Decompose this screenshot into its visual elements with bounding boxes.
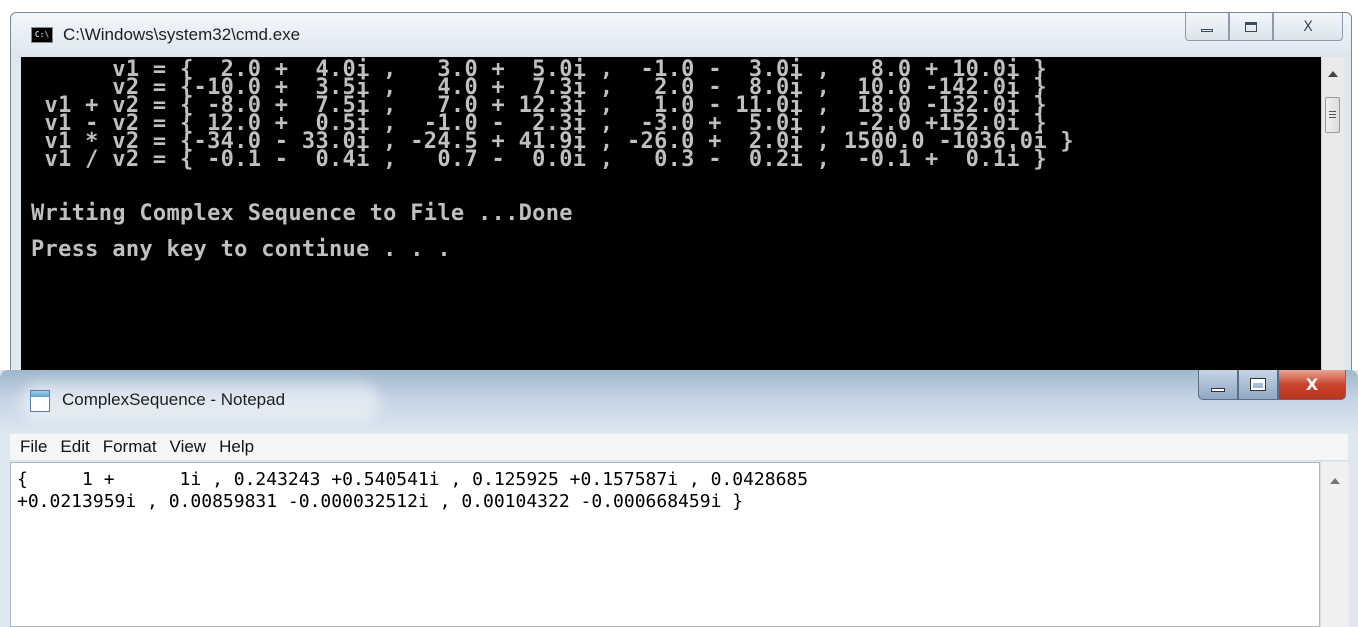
cmd-maximize-button[interactable] — [1229, 13, 1273, 41]
maximize-icon — [1245, 21, 1257, 32]
grip-line — [1329, 111, 1336, 112]
menu-help[interactable]: Help — [219, 437, 254, 457]
close-icon: X — [1303, 18, 1313, 35]
notepad-menubar: File Edit Format View Help — [10, 434, 1348, 461]
menu-format[interactable]: Format — [103, 437, 157, 457]
console-text: v1 = { 2.0 + 4.0i , 3.0 + 5.0i , -1.0 - … — [31, 57, 1074, 262]
cmd-window-title: C:\Windows\system32\cmd.exe — [63, 25, 301, 44]
notepad-minimize-button[interactable] — [1198, 370, 1238, 400]
menu-file[interactable]: File — [20, 437, 47, 457]
notepad-scrollbar[interactable] — [1320, 462, 1349, 627]
minimize-icon — [1201, 29, 1213, 32]
close-icon: X — [1305, 375, 1319, 394]
notepad-icon[interactable] — [30, 390, 50, 412]
cmd-window: C:\ C:\Windows\system32\cmd.exe X v1 = {… — [10, 12, 1352, 392]
minimize-icon — [1211, 387, 1225, 392]
menu-view[interactable]: View — [170, 437, 207, 457]
notepad-text-area[interactable]: { 1 + 1i , 0.243243 +0.540541i , 0.12592… — [10, 462, 1320, 627]
cmd-close-button[interactable]: X — [1273, 13, 1343, 41]
notepad-window-title: ComplexSequence - Notepad — [62, 390, 286, 409]
grip-line — [1329, 117, 1336, 118]
notepad-caption-buttons: X — [1198, 370, 1346, 402]
notepad-titlebar[interactable]: ComplexSequence - Notepad X — [0, 370, 1358, 432]
notepad-maximize-button[interactable] — [1238, 370, 1278, 400]
notepad-window: ComplexSequence - Notepad X File Edit Fo… — [0, 370, 1358, 627]
scroll-up-arrow-icon[interactable] — [1330, 478, 1340, 484]
notepad-close-button[interactable]: X — [1278, 370, 1346, 400]
notepad-content[interactable]: { 1 + 1i , 0.243243 +0.540541i , 0.12592… — [11, 463, 1319, 513]
cmd-caption-buttons: X — [1185, 13, 1343, 43]
grip-line — [1329, 114, 1336, 115]
scroll-up-arrow-icon[interactable] — [1328, 71, 1338, 77]
cmd-minimize-button[interactable] — [1185, 13, 1229, 41]
cmd-scrollbar[interactable] — [1321, 57, 1344, 383]
cmd-titlebar[interactable]: C:\ C:\Windows\system32\cmd.exe X — [11, 13, 1351, 57]
menu-edit[interactable]: Edit — [60, 437, 89, 457]
console-icon[interactable]: C:\ — [31, 27, 53, 43]
maximize-icon — [1250, 378, 1266, 391]
scroll-thumb[interactable] — [1325, 97, 1340, 133]
console-output[interactable]: v1 = { 2.0 + 4.0i , 3.0 + 5.0i , -1.0 - … — [21, 57, 1321, 383]
